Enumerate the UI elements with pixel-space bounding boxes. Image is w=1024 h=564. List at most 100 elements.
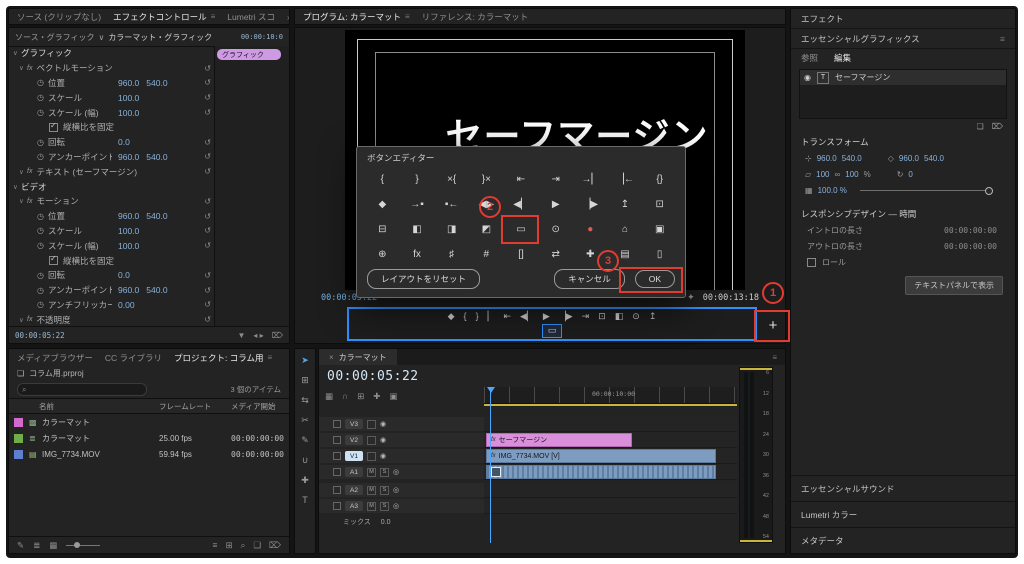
track-lane[interactable] — [484, 499, 737, 514]
button-editor-icon[interactable]: ⊡ — [642, 192, 677, 217]
button-editor-icon[interactable]: ×{ — [434, 167, 469, 192]
effect-property-row[interactable]: ∨ ◷ fx スケール (幅) 100.0 ↺ — [9, 105, 214, 120]
effect-property-row[interactable]: ∨ ◷ fx 位置 960.0 540.0 ↺ — [9, 209, 214, 224]
item-name[interactable]: カラーマット — [42, 417, 159, 428]
transport-button[interactable]: ↥ — [649, 311, 657, 322]
reset-icon[interactable]: ↺ — [204, 212, 211, 221]
effect-property-row[interactable]: ∨ ◷ fx スケール 100.0 ↺ — [9, 224, 214, 239]
timeline-toolbar-icon[interactable]: ✚ — [373, 391, 380, 402]
property-value[interactable]: 100.0 — [118, 108, 139, 118]
rotation-value[interactable]: 0 — [908, 170, 912, 179]
timeline-toolbar-icon[interactable]: ▦ — [325, 391, 333, 402]
button-editor-icon[interactable]: ▯ — [642, 242, 677, 267]
lock-icon[interactable] — [333, 502, 341, 510]
lock-icon[interactable] — [333, 436, 341, 444]
new-layer-icon[interactable]: ❏ — [977, 122, 984, 131]
cancel-button[interactable]: キャンセル — [554, 269, 625, 289]
effect-property-row[interactable]: ∨ ◷ fx 位置 960.0 540.0 ↺ — [9, 76, 214, 91]
track-header-v2[interactable]: V2 ◉ — [319, 433, 484, 447]
delete-layer-icon[interactable]: ⌦ — [992, 122, 1003, 131]
timeline-toolbar-icon[interactable]: ⊞ — [357, 391, 364, 402]
item-name[interactable]: IMG_7734.MOV — [42, 450, 159, 459]
effect-property-row[interactable]: ∨ ◷ fx ビデオ ↺ — [9, 179, 214, 194]
chevron-down-icon[interactable]: ∨ — [19, 316, 27, 324]
clip-safe-margin-graphic[interactable]: fx セーフマージン — [486, 433, 632, 447]
track-select-tool[interactable]: ⊞ — [301, 375, 309, 386]
label-color-swatch[interactable] — [14, 450, 23, 459]
label-color-swatch[interactable] — [14, 418, 23, 427]
project-item-row[interactable]: ≣ カラーマット 25.00 fps 00:00:00:00 — [9, 430, 289, 446]
checkbox-checked-icon[interactable] — [49, 256, 58, 265]
toggle-output-eye-icon[interactable]: ◉ — [380, 420, 386, 428]
find-icon[interactable]: ⌕ — [241, 540, 246, 551]
tab-media-browser[interactable]: メディアブラウザー — [17, 352, 93, 364]
chevron-down-icon[interactable]: ∨ — [19, 64, 27, 72]
mix-value[interactable]: 0.0 — [381, 519, 391, 526]
voiceover-mic-icon[interactable]: ◎ — [393, 468, 399, 476]
track-badge[interactable]: A1 — [345, 467, 363, 477]
solo-button[interactable]: S — [380, 486, 389, 495]
timeline-toolbar-icon[interactable]: ▣ — [389, 391, 397, 402]
transport-button[interactable]: ▶ — [543, 311, 550, 322]
stopwatch-icon[interactable]: ◷ — [37, 108, 48, 117]
stopwatch-icon[interactable]: ◷ — [37, 78, 48, 87]
stopwatch-icon[interactable]: ◷ — [37, 138, 48, 147]
button-editor-icon[interactable]: ⊕ — [365, 242, 400, 267]
voiceover-mic-icon[interactable]: ◎ — [393, 502, 399, 510]
property-value[interactable]: 100.0 — [118, 241, 139, 251]
link-icon[interactable]: ∞ — [835, 170, 841, 179]
checkbox-checked-icon[interactable] — [49, 123, 58, 132]
panel-menu-icon[interactable]: ≡ — [1000, 34, 1005, 44]
intro-value[interactable]: 00:00:00:00 — [944, 226, 997, 235]
button-editor-icon[interactable]: fx — [400, 242, 435, 267]
button-editor-icon[interactable]: ▕← — [608, 167, 643, 192]
effect-property-row[interactable]: ∨ ◷ fx アンカーポイント 960.0 540.0 ↺ — [9, 150, 214, 165]
scale-y[interactable]: 100 — [845, 170, 858, 179]
transport-button[interactable]: ◧ — [615, 311, 624, 322]
button-editor-icon[interactable]: {} — [642, 167, 677, 192]
button-editor-icon[interactable]: ↥ — [608, 192, 643, 217]
timeline-timecode[interactable]: 00:00:05:22 — [327, 369, 419, 384]
hand-tool[interactable]: ∪ — [302, 455, 309, 466]
transport-button[interactable]: ▏ — [488, 311, 495, 322]
lock-icon[interactable] — [333, 468, 341, 476]
toggle-output-eye-icon[interactable]: ◉ — [380, 436, 386, 444]
stopwatch-icon[interactable]: ◷ — [37, 241, 48, 250]
safe-margins-button[interactable]: ▭ — [542, 324, 562, 338]
effect-property-row[interactable]: ∨ ◷ fx グラフィック ↺ — [9, 46, 214, 61]
eye-icon[interactable]: ◉ — [804, 73, 811, 82]
transport-button[interactable]: ⇤ — [504, 311, 512, 322]
label-color-swatch[interactable] — [14, 434, 23, 443]
lumetri-color-header[interactable]: Lumetri カラー — [791, 501, 1015, 527]
audio-effect-badge[interactable] — [491, 467, 501, 477]
automate-icon[interactable]: ⊞ — [225, 540, 232, 551]
opacity-slider[interactable] — [860, 190, 993, 191]
current-timecode[interactable]: 00:00:05:22 — [15, 331, 65, 340]
track-header-a1[interactable]: A1 M S ◎ — [319, 465, 484, 479]
reset-icon[interactable]: ↺ — [204, 167, 211, 176]
outro-value[interactable]: 00:00:00:00 — [944, 242, 997, 251]
stopwatch-icon[interactable]: ◷ — [37, 212, 48, 221]
audio-meter[interactable]: 61218243036424854 — [739, 367, 773, 543]
close-icon[interactable]: × — [329, 353, 334, 362]
essential-sound-header[interactable]: エッセンシャルサウンド — [791, 475, 1015, 501]
button-editor-icon[interactable]: ♯ — [434, 242, 469, 267]
transport-button[interactable]: } — [476, 311, 479, 321]
effect-property-row[interactable]: ∨ ◷ fx アンチフリッカー 0.00 ↺ — [9, 298, 214, 313]
effect-property-row[interactable]: ∨ ◷ fx モーション ↺ — [9, 194, 214, 209]
thumbnail-view-icon[interactable]: ▦ — [49, 540, 57, 551]
button-editor-icon[interactable]: ▶ — [538, 192, 573, 217]
effect-property-row[interactable]: ∨ ◷ fx 回転 0.0 ↺ — [9, 135, 214, 150]
reset-icon[interactable]: ↺ — [204, 226, 211, 235]
reset-icon[interactable]: ↺ — [204, 315, 211, 324]
edit-icon[interactable]: ✎ — [17, 540, 24, 551]
effect-property-row[interactable]: ∨ ◷ fx 縦横比を固定 ↺ — [9, 253, 214, 268]
property-value[interactable]: 0.0 — [118, 137, 130, 147]
layer-name[interactable]: セーフマージン — [835, 72, 890, 83]
transport-button[interactable]: ◀▏ — [520, 311, 534, 322]
button-editor-icon[interactable]: ⇄ — [538, 242, 573, 267]
button-editor-icon[interactable]: ⊙ — [538, 217, 573, 242]
property-value[interactable]: 960.0 — [118, 211, 139, 221]
button-editor-icon[interactable]: ◩ — [469, 217, 504, 242]
search-box[interactable]: ⌕ — [17, 383, 147, 396]
